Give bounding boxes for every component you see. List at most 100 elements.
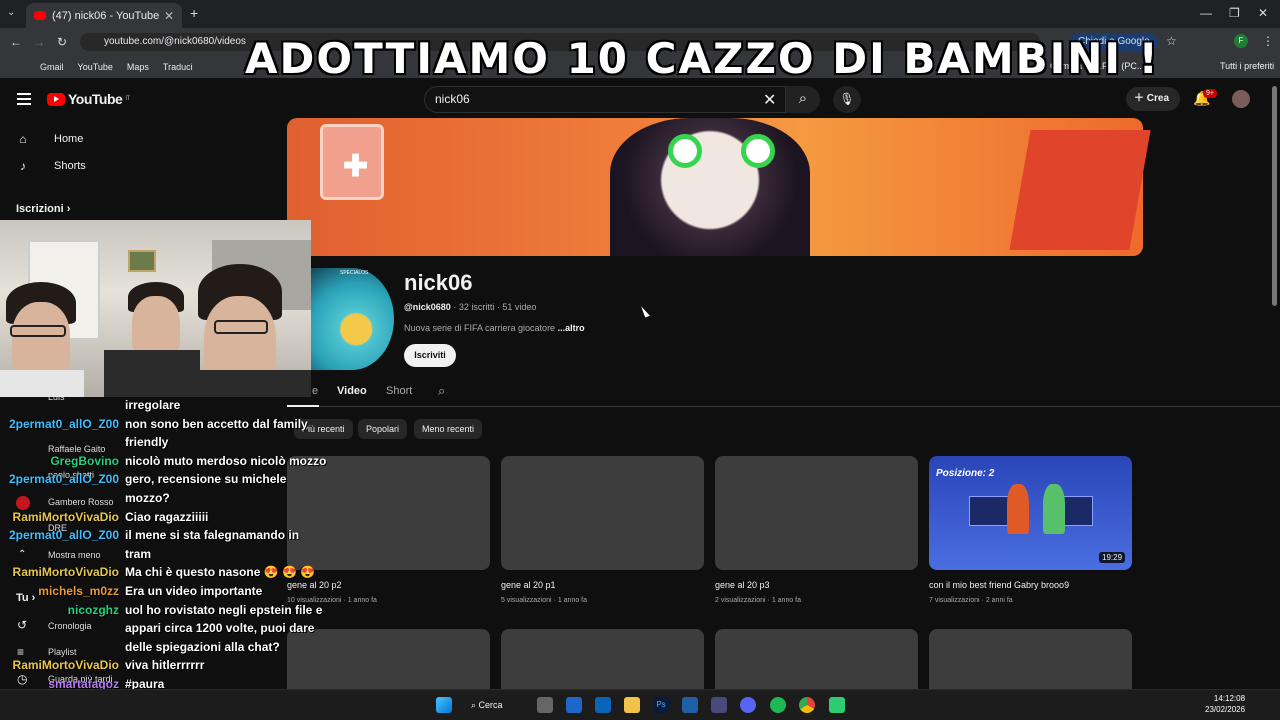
browser-menu-icon[interactable]: ⋮ <box>1262 34 1274 48</box>
discord-icon[interactable] <box>740 697 756 713</box>
browser-tab[interactable]: (47) nick06 - YouTube ✕ <box>26 3 182 28</box>
photoshop-icon[interactable]: Ps <box>653 697 669 713</box>
video-title[interactable]: gene al 20 p1 <box>501 580 556 590</box>
chat-text: irregolare <box>125 398 181 412</box>
chat-message: 2permat0_allO_Z00 gero, recensione su mic… <box>0 472 320 486</box>
bookmark-traduci[interactable]: Traduci <box>163 62 193 72</box>
page-scrollbar[interactable] <box>1272 86 1277 306</box>
chat-text: uol ho rovistato negli epstein file e <box>125 602 323 617</box>
search-input[interactable]: nick06 <box>424 86 786 113</box>
thumb-character <box>1007 484 1029 534</box>
video-thumbnail[interactable] <box>501 456 704 570</box>
taskbar-clock[interactable]: 14:12:08 23/02/2026 <box>1205 693 1245 715</box>
app-icon[interactable] <box>566 697 582 713</box>
chat-username: 2permat0_allO_Z00 <box>8 528 119 543</box>
chat-message: 2permat0_allO_Z00 non sono ben accetto da… <box>0 417 320 431</box>
taskbar-search[interactable]: ⌕ Cerca <box>471 697 527 713</box>
thumb-panel <box>969 496 1009 526</box>
search-button[interactable]: ⌕ <box>786 86 820 113</box>
video-views: 5 visualizzazioni <box>501 597 552 604</box>
all-bookmarks[interactable]: Tutti i preferiti <box>1220 61 1274 71</box>
chat-text: appari circa 1200 volte, puoi dare <box>125 621 315 636</box>
back-icon[interactable]: ← <box>10 35 22 49</box>
account-avatar[interactable] <box>1232 90 1250 108</box>
chat-message: irregolare <box>0 398 320 412</box>
chat-message: GregBovino nicolò muto merdoso nicolò moz… <box>0 453 326 468</box>
video-duration: 19:29 <box>1099 552 1126 563</box>
avatar-label: SPECIALOS <box>340 270 369 276</box>
chat-username: GregBovino <box>50 453 119 468</box>
subscribe-button[interactable]: Iscriviti <box>404 344 456 367</box>
bookmark-maps[interactable]: Maps <box>127 62 149 72</box>
chat-text: Era un video importante <box>125 584 263 598</box>
chip-oldest[interactable]: Meno recenti <box>414 419 483 439</box>
sidebar-subscriptions-heading[interactable]: Iscrizioni › <box>16 203 70 215</box>
chat-text: non sono ben accetto dal family <box>125 416 308 431</box>
banner-plus-box: ✚ <box>320 124 384 200</box>
stream-overlay-banner: ADOTTIAMO 10 CAZZO DI BAMBINI ! <box>245 34 1160 83</box>
home-icon: ⌂ <box>19 132 27 146</box>
webcam-person <box>12 302 70 374</box>
close-window-icon[interactable]: ✕ <box>1258 6 1268 20</box>
sidebar-item-home[interactable]: ⌂ Home <box>16 132 83 146</box>
youtube-logo-text: YouTube <box>68 91 123 107</box>
chrome-icon[interactable] <box>799 697 815 713</box>
close-tab-icon[interactable]: ✕ <box>164 9 174 23</box>
video-thumbnail[interactable] <box>715 456 918 570</box>
profile-icon[interactable]: F <box>1234 34 1248 48</box>
forward-icon[interactable]: → <box>33 35 45 49</box>
chip-popular[interactable]: Popolari <box>358 419 408 439</box>
app-icon[interactable] <box>829 697 845 713</box>
tab-shorts[interactable]: Short <box>386 385 412 397</box>
bookmark-youtube[interactable]: YouTube <box>78 62 113 72</box>
hamburger-menu-icon[interactable] <box>17 93 31 105</box>
youtube-favicon-icon <box>34 11 46 20</box>
chat-text: gero, recensione su michele <box>125 472 287 487</box>
chat-message: appari circa 1200 volte, puoi dare <box>0 621 320 635</box>
webcam-glasses <box>10 325 66 337</box>
outlook-icon[interactable] <box>595 697 611 713</box>
create-button[interactable]: ＋ Crea <box>1126 87 1180 111</box>
tab-home[interactable]: e <box>312 385 318 397</box>
app-icon[interactable] <box>682 697 698 713</box>
youtube-logo[interactable]: YouTube IT <box>47 91 130 107</box>
tab-list-icon[interactable]: ⌄ <box>7 7 15 18</box>
calculator-icon[interactable] <box>711 697 727 713</box>
video-title[interactable]: gene al 20 p3 <box>715 580 770 590</box>
video-thumbnail[interactable] <box>929 629 1132 689</box>
video-thumbnail[interactable] <box>715 629 918 689</box>
video-title[interactable]: con il mio best friend Gabry brooo9 <box>929 580 1069 590</box>
task-view-icon[interactable] <box>537 697 553 713</box>
bookmark-gmail[interactable]: Gmail <box>40 62 64 72</box>
banner-block <box>1009 130 1151 250</box>
reload-icon[interactable]: ↻ <box>57 35 67 49</box>
tab-videos[interactable]: Video <box>337 385 367 397</box>
channel-search-icon[interactable]: ⌕ <box>438 383 445 399</box>
webcam-person-shirt <box>190 370 311 397</box>
channel-avatar[interactable] <box>310 268 394 370</box>
minimize-icon[interactable]: — <box>1200 6 1212 20</box>
windows-taskbar <box>0 689 1280 720</box>
restore-icon[interactable]: ❐ <box>1229 6 1240 20</box>
new-tab-button[interactable]: + <box>190 5 198 21</box>
video-thumbnail[interactable] <box>501 629 704 689</box>
chat-text: il mene si sta falegnamando in <box>125 528 300 543</box>
webcam-picture-frame <box>128 250 156 272</box>
webcam-glasses <box>214 320 268 334</box>
spotify-icon[interactable] <box>770 697 786 713</box>
bookmark-star-icon[interactable]: ☆ <box>1166 34 1177 48</box>
more-link[interactable]: ...altro <box>558 323 585 333</box>
video-meta: 2 visualizzazioni · 1 anno fa <box>715 597 802 604</box>
video-views: 2 visualizzazioni <box>715 597 766 604</box>
tab-title: (47) nick06 - YouTube <box>52 9 160 22</box>
clear-search-icon[interactable]: ✕ <box>763 90 776 110</box>
chat-username: michels_m0zz <box>38 584 119 598</box>
channel-description[interactable]: Nuova serie di FIFA carriera giocatore .… <box>404 323 585 333</box>
file-explorer-icon[interactable] <box>624 697 640 713</box>
start-button-icon[interactable] <box>436 697 452 713</box>
chat-username: RamiMortoVivaDio <box>12 565 119 580</box>
youtube-play-icon <box>47 92 65 106</box>
microphone-icon[interactable]: 🎙 <box>833 86 861 113</box>
sidebar-item-shorts[interactable]: ♪ Shorts <box>16 159 86 173</box>
video-views: 7 visualizzazioni <box>929 597 980 604</box>
